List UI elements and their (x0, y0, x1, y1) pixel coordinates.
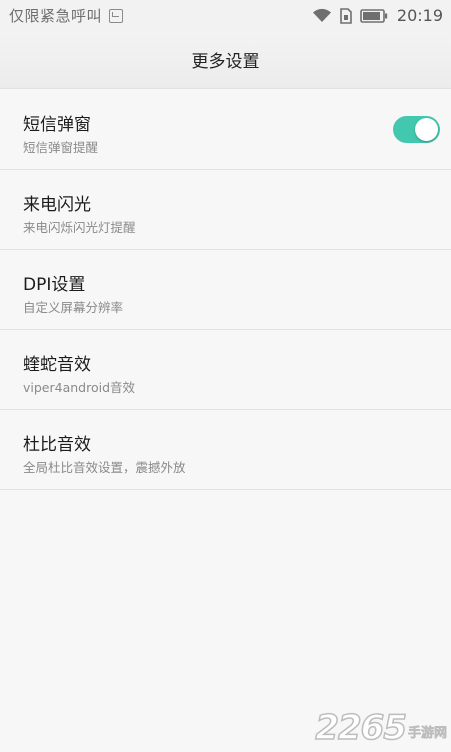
setting-dolby-audio[interactable]: 杜比音效 全局杜比音效设置，震撼外放 (0, 410, 451, 490)
sim-icon (340, 7, 352, 24)
setting-title: DPI设置 (23, 275, 86, 295)
settings-list: 短信弹窗 短信弹窗提醒 来电闪光 来电闪烁闪光灯提醒 DPI设置 自定义屏幕分辨… (0, 90, 451, 490)
setting-subtitle: 来电闪烁闪光灯提醒 (23, 220, 136, 235)
toggle-knob (415, 118, 438, 141)
setting-title: 来电闪光 (23, 195, 91, 215)
watermark: 2265 手游网 (315, 707, 448, 749)
setting-title: 短信弹窗 (23, 115, 91, 135)
setting-subtitle: viper4android音效 (23, 380, 136, 395)
wifi-icon (312, 8, 331, 22)
status-bar: 仅限紧急呼叫 20:19 (0, 0, 451, 31)
page-title: 更多设置 (191, 52, 260, 72)
notification-icon (109, 8, 124, 23)
setting-title: 蝰蛇音效 (23, 355, 91, 375)
setting-dpi[interactable]: DPI设置 自定义屏幕分辨率 (0, 250, 451, 330)
setting-subtitle: 全局杜比音效设置，震撼外放 (23, 460, 186, 475)
setting-viper-audio[interactable]: 蝰蛇音效 viper4android音效 (0, 330, 451, 410)
setting-subtitle: 自定义屏幕分辨率 (23, 300, 124, 315)
setting-subtitle: 短信弹窗提醒 (23, 140, 99, 155)
clock: 20:19 (396, 6, 443, 25)
setting-sms-popup[interactable]: 短信弹窗 短信弹窗提醒 (0, 90, 451, 170)
title-bar: 更多设置 (0, 31, 451, 89)
setting-call-flash[interactable]: 来电闪光 来电闪烁闪光灯提醒 (0, 170, 451, 250)
status-icons: 20:19 (312, 6, 443, 25)
watermark-number: 2265 (315, 707, 408, 749)
watermark-text: 手游网 (407, 725, 448, 741)
setting-title: 杜比音效 (23, 435, 91, 455)
sms-popup-toggle[interactable] (393, 116, 440, 143)
battery-icon (360, 8, 388, 23)
carrier-label: 仅限紧急呼叫 (9, 7, 103, 25)
